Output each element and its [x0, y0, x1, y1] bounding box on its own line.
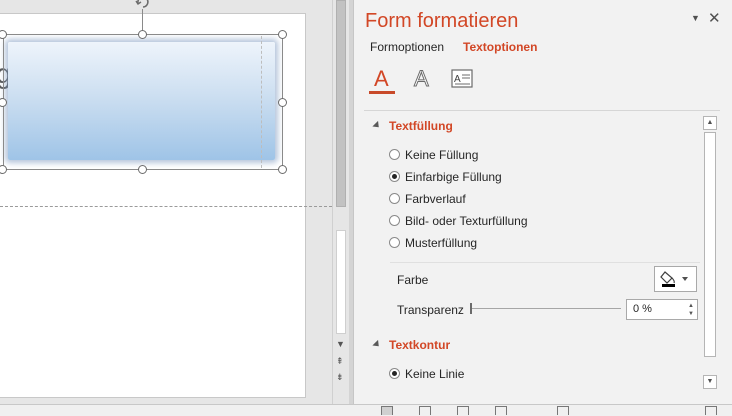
spin-up-icon[interactable]: ▲ [688, 303, 694, 309]
color-label: Farbe [397, 273, 429, 287]
slideshow-icon[interactable] [495, 406, 507, 415]
radio-button[interactable] [389, 193, 400, 204]
transparency-slider-thumb[interactable] [470, 303, 472, 314]
transparency-slider[interactable] [471, 308, 621, 309]
status-bar [0, 404, 732, 416]
transparency-label: Transparenz [397, 303, 464, 317]
canvas-scroll-thumb[interactable] [336, 0, 346, 207]
section-title: Textfüllung [389, 119, 453, 133]
paint-bucket-icon [660, 271, 688, 287]
previous-slide-icon[interactable]: ⇞ [336, 356, 344, 366]
radio-label: Keine Füllung [405, 148, 479, 162]
format-shape-pane: Form formatieren ▼ ✕ Formoptionen Textop… [353, 0, 732, 404]
section-header-text-fill[interactable]: Textfüllung [372, 119, 453, 133]
scroll-up-icon[interactable]: ▲ [703, 116, 717, 130]
pane-scroll-thumb[interactable] [704, 132, 716, 357]
text-fill-icon: A [374, 66, 389, 91]
normal-view-icon[interactable] [381, 406, 393, 415]
resize-handle-top[interactable] [138, 30, 147, 39]
options-divider [390, 262, 700, 263]
text-fill-outline-tab[interactable]: A [369, 64, 395, 94]
color-picker-button[interactable] [654, 266, 697, 292]
slide-canvas: g [0, 0, 332, 404]
smart-guide-horizontal [0, 206, 332, 207]
close-icon[interactable]: ✕ [708, 9, 721, 27]
collapse-triangle-icon [372, 120, 382, 131]
svg-text:A: A [454, 74, 461, 85]
radio-button[interactable] [389, 149, 400, 160]
slide-sorter-icon[interactable] [419, 406, 431, 415]
text-box-icon: A [451, 69, 473, 88]
zoom-fit-icon[interactable] [705, 406, 717, 415]
scroll-down-arrow-icon[interactable]: ▼ [336, 339, 345, 349]
tab-text-options[interactable]: Textoptionen [463, 40, 537, 54]
pane-title: Form formatieren [365, 10, 519, 32]
resize-handle-bottom-right[interactable] [278, 165, 287, 174]
radio-label: Musterfüllung [405, 236, 478, 250]
next-slide-icon[interactable]: ⇟ [336, 372, 344, 382]
section-title: Textkontur [389, 338, 451, 352]
svg-text:A: A [414, 66, 429, 91]
pane-divider [364, 110, 720, 111]
pane-options-icon[interactable]: ▼ [691, 13, 700, 23]
scroll-down-icon[interactable]: ▼ [703, 375, 717, 389]
pane-vertical-scrollbar[interactable]: ▲ ▼ [703, 116, 717, 390]
text-box-tab[interactable]: A [449, 64, 475, 94]
radio-label: Einfarbige Füllung [405, 170, 502, 184]
section-header-text-outline[interactable]: Textkontur [372, 338, 451, 352]
zoom-out-icon[interactable] [557, 406, 569, 415]
transparency-spinner[interactable]: 0 % ▲ ▼ [626, 299, 698, 320]
resize-handle-bottom[interactable] [138, 165, 147, 174]
radio-button-checked[interactable] [389, 368, 400, 379]
radio-label: Keine Linie [405, 367, 465, 381]
radio-label: Bild- oder Texturfüllung [405, 214, 528, 228]
radio-label: Farbverlauf [405, 192, 466, 206]
selection-box [3, 34, 283, 170]
text-effects-tab[interactable]: A [409, 64, 435, 94]
tab-shape-options[interactable]: Formoptionen [370, 40, 444, 54]
radio-button[interactable] [389, 215, 400, 226]
svg-text:A: A [374, 66, 389, 91]
spin-down-icon[interactable]: ▼ [688, 311, 694, 317]
collapse-triangle-icon [372, 339, 382, 350]
canvas-vertical-scrollbar[interactable]: ▼ ⇞ ⇟ [332, 0, 349, 404]
text-effects-icon: A [414, 66, 430, 92]
resize-handle-right[interactable] [278, 98, 287, 107]
radio-button-checked[interactable] [389, 171, 400, 182]
reading-view-icon[interactable] [457, 406, 469, 415]
radio-button[interactable] [389, 237, 400, 248]
resize-handle-top-right[interactable] [278, 30, 287, 39]
transparency-value[interactable]: 0 % [633, 303, 652, 315]
canvas-scroll-track[interactable] [336, 230, 346, 334]
rotate-handle-icon[interactable] [135, 0, 151, 10]
